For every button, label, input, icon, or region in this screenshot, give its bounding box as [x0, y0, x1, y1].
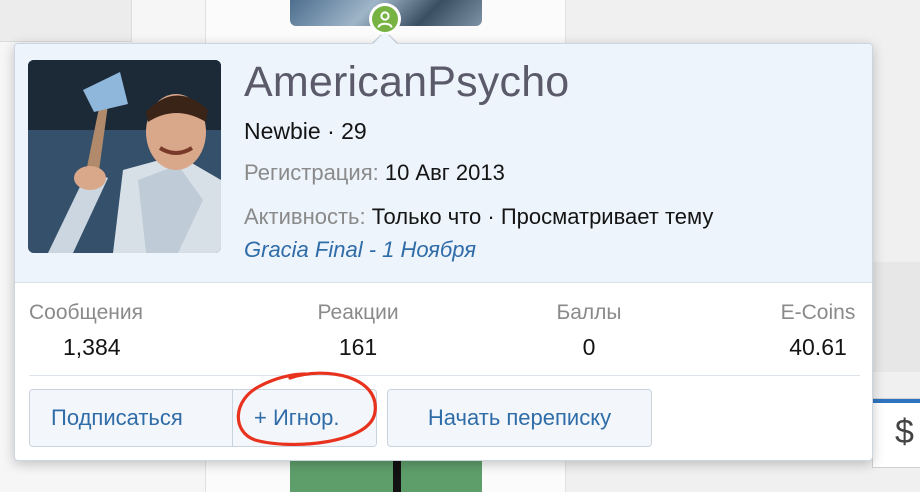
stat-label: Сообщения — [29, 301, 143, 324]
stat-points[interactable]: Баллы 0 — [552, 301, 626, 361]
stat-label: E-Coins — [780, 301, 856, 324]
user-title: Newbie · 29 — [244, 118, 367, 144]
online-status-badge — [369, 3, 401, 35]
member-stats: Сообщения 1,384 Реакции 161 Баллы 0 E-Co… — [15, 283, 872, 373]
ignore-button[interactable]: + Игнор. — [232, 390, 376, 446]
dollar-icon: $ — [895, 413, 914, 451]
stat-value: 1,384 — [63, 334, 121, 360]
background-thumbnail-bottom — [290, 460, 482, 492]
background-right-panel: $ — [872, 398, 920, 468]
stat-label: Баллы — [556, 301, 622, 324]
start-conversation-button[interactable]: Начать переписку — [387, 389, 652, 447]
background-right-strip — [872, 262, 920, 372]
stat-value: 40.61 — [789, 334, 847, 360]
activity-thread-link[interactable]: Gracia Final - 1 Ноября — [244, 237, 476, 263]
activity-label: Активность: — [244, 204, 366, 229]
avatar[interactable] — [28, 60, 221, 253]
user-icon — [372, 6, 398, 32]
stat-messages[interactable]: Сообщения 1,384 — [29, 301, 143, 361]
registration-value: 10 Авг 2013 — [384, 160, 505, 185]
registration-row: Регистрация: 10 Авг 2013 — [244, 160, 505, 186]
member-tooltip: AmericanPsycho Newbie · 29 Регистрация: … — [14, 43, 873, 461]
stat-value: 161 — [338, 334, 378, 360]
background-top-left-box — [0, 0, 132, 42]
stat-value: 0 — [582, 334, 596, 360]
follow-ignore-button-group: Подписаться + Игнор. — [29, 389, 377, 447]
registration-label: Регистрация: — [244, 160, 379, 185]
stat-label: Реакции — [317, 301, 399, 324]
activity-value: Только что · Просматривает тему — [371, 204, 714, 229]
stat-reactions[interactable]: Реакции 161 — [310, 301, 406, 361]
stat-ecoins[interactable]: E-Coins 40.61 — [775, 301, 861, 361]
activity-row: Активность: Только что · Просматривает т… — [244, 204, 713, 230]
member-tooltip-header: AmericanPsycho Newbie · 29 Регистрация: … — [15, 44, 872, 283]
username[interactable]: AmericanPsycho — [244, 58, 569, 107]
follow-button[interactable]: Подписаться — [30, 390, 232, 446]
divider — [29, 375, 860, 376]
